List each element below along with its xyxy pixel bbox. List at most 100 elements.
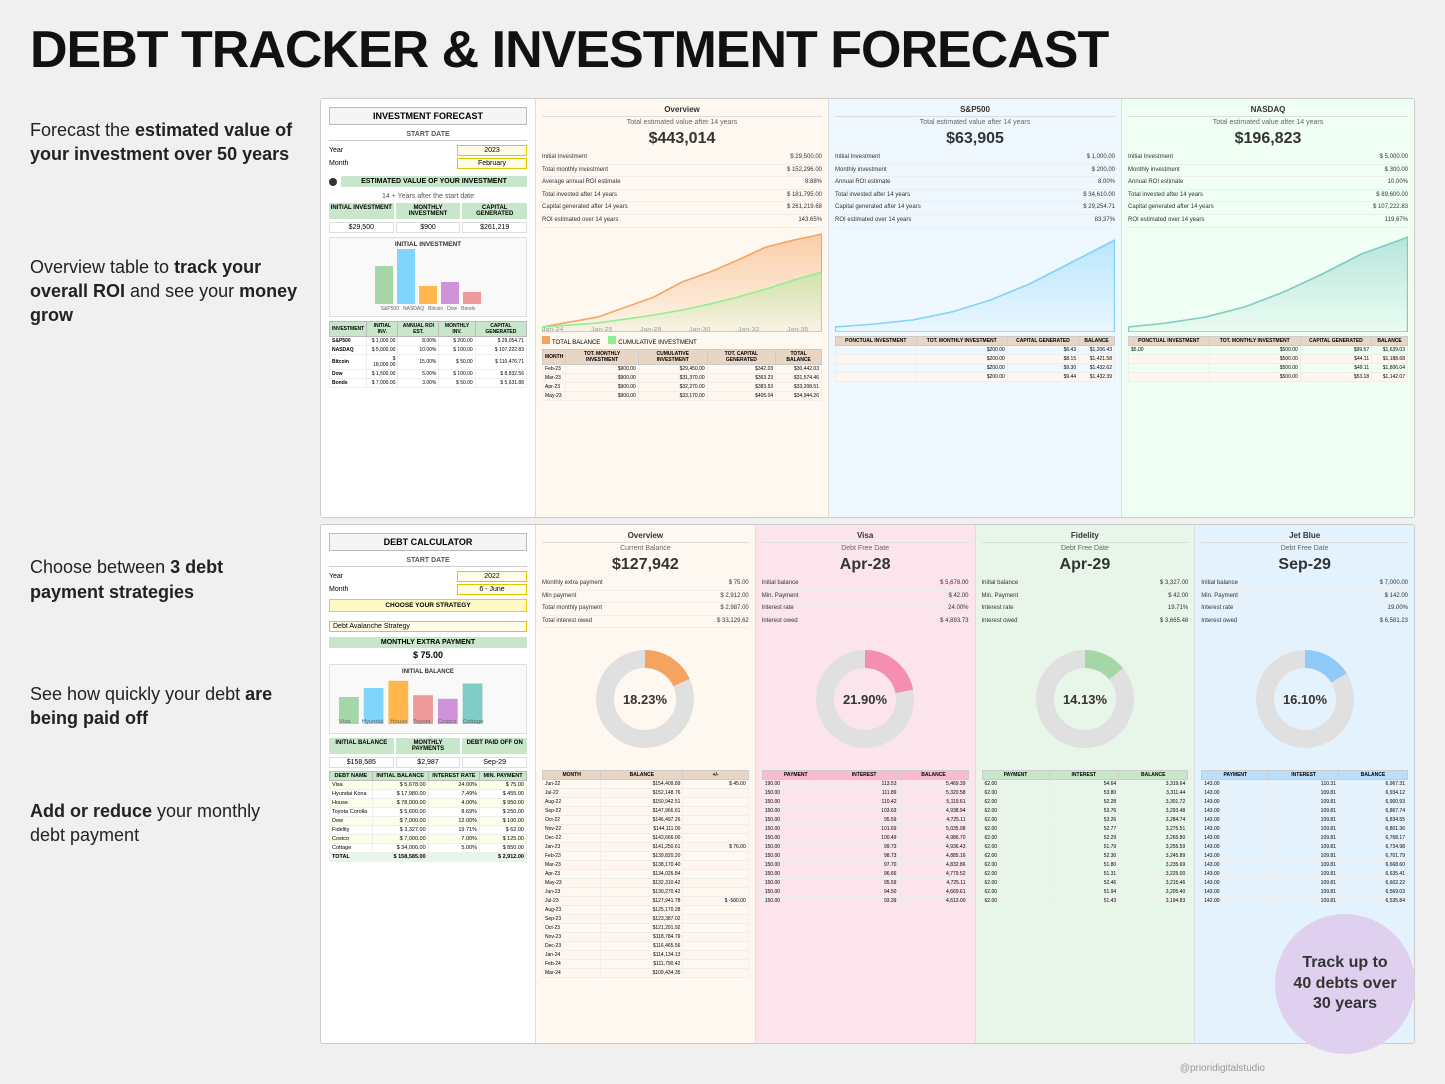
th-ponctual: PONCTUAL INVESTMENT bbox=[836, 336, 917, 345]
svg-text:Cottage: Cottage bbox=[463, 719, 484, 724]
table-row: Apr-23$900.00$32,270.00$383.53$33,208.51 bbox=[543, 382, 822, 391]
table-row: $500.00$49.11$1,806.04 bbox=[1129, 363, 1408, 372]
track-badge-line3: 30 years bbox=[1313, 995, 1377, 1012]
table-row: Dec-22$143,666.00 bbox=[543, 834, 749, 843]
th-init-bal: INITIAL BALANCE bbox=[372, 772, 428, 781]
table-row: 143.00109.816,668.60 bbox=[1202, 861, 1408, 870]
debt-summary-headers: INITIAL BALANCE MONTHLY PAYMENTS DEBT PA… bbox=[329, 738, 527, 754]
start-date-label: START DATE bbox=[329, 129, 527, 141]
table-row: 150.0094.504,669.61 bbox=[762, 888, 968, 897]
table-row: Bitcoin$ 18,000.0015.00%$ 50.00$ 110,476… bbox=[330, 355, 527, 370]
table-row: 62.0053.803,311.44 bbox=[982, 789, 1188, 798]
debt-init-bal-value: $158,585 bbox=[329, 757, 394, 768]
annotation-5: Add or reduce your monthly debt payment bbox=[30, 789, 300, 848]
th-interest-v: INTEREST bbox=[829, 771, 899, 780]
table-row: Mar-23$138,170.40 bbox=[543, 861, 749, 870]
chart-legend: TOTAL BALANCE CUMULATIVE INVESTMENT bbox=[542, 336, 822, 346]
investment-title: INVESTMENT FORECAST bbox=[329, 107, 527, 125]
table-row: 190.00113.535,469.39 bbox=[762, 780, 968, 789]
nasdaq-chart bbox=[1128, 232, 1408, 332]
bullet-dot bbox=[329, 178, 337, 186]
jetblue-free-date: Sep-29 bbox=[1201, 556, 1408, 574]
table-row: 62.0052.303,245.89 bbox=[982, 852, 1188, 861]
nasdaq-panel: NASDAQ Total estimated value after 14 ye… bbox=[1122, 99, 1414, 517]
fidelity-stat-1: Initial balance$ 3,327.00 bbox=[982, 578, 1189, 591]
table-row: 150.00111.895,320.58 bbox=[762, 789, 968, 798]
fidelity-free-date-label: Debt Free Date bbox=[982, 545, 1189, 552]
table-row: $500.00$53.18$1,142.07 bbox=[1129, 372, 1408, 381]
monthly-inv-header: MONTHLY INVESTMENT bbox=[396, 203, 461, 219]
nasdaq-stat-3: Annual ROI estimate10.00% bbox=[1128, 177, 1408, 190]
year-input[interactable] bbox=[457, 145, 527, 156]
th-payment-j: PAYMENT bbox=[1202, 771, 1269, 780]
visa-stats: Initial balance$ 5,678.00 Min. Payment$ … bbox=[762, 578, 969, 628]
table-row: 143.00109.816,900.93 bbox=[1202, 798, 1408, 807]
page-title: DEBT TRACKER & INVESTMENT FORECAST bbox=[30, 20, 1415, 80]
label-nasdaq: NASDAQ bbox=[403, 306, 424, 312]
sp500-subtitle: Total estimated value after 14 years bbox=[835, 119, 1115, 126]
debt-year-input[interactable] bbox=[457, 571, 527, 582]
main-container: DEBT TRACKER & INVESTMENT FORECAST Forec… bbox=[0, 0, 1445, 1084]
th-cumulative: CUMULATIVE INVESTMENT bbox=[638, 349, 707, 364]
table-row: S&P500$ 1,000.008.00%$ 200.00$ 29,054.71 bbox=[330, 337, 527, 346]
th-interest-rate: INTEREST RATE bbox=[428, 772, 479, 781]
visa-title: Visa bbox=[762, 531, 969, 543]
table-row: Jul-23$127,941.78$ -500.00 bbox=[543, 897, 749, 906]
debt-overview-stats: Monthly extra payment$ 75.00 Min payment… bbox=[542, 578, 749, 628]
th-roi: ANNUAL ROI EST. bbox=[398, 322, 439, 337]
sp500-stat-5: Capital generated after 14 years$ 29,254… bbox=[835, 202, 1115, 215]
jetblue-title: Jet Blue bbox=[1201, 531, 1408, 543]
investment-section: INVESTMENT FORECAST START DATE Year Mont… bbox=[320, 98, 1415, 518]
chart-bars bbox=[375, 251, 481, 306]
table-row: 150.0097.704,832.86 bbox=[762, 861, 968, 870]
table-row: Feb-24$111,790.42 bbox=[543, 960, 749, 969]
table-row: $200.00$8.15$1,421.58 bbox=[836, 354, 1115, 363]
jetblue-table: PAYMENT INTEREST BALANCE 143.00110.316,9… bbox=[1201, 770, 1408, 906]
fidelity-panel: Fidelity Debt Free Date Apr-29 Initial b… bbox=[976, 525, 1196, 1043]
strategy-input[interactable] bbox=[329, 621, 527, 632]
table-row: 143.00109.816,934.12 bbox=[1202, 789, 1408, 798]
table-row: Costco$ 7,000.007.00%$ 125.00 bbox=[330, 835, 527, 844]
month-label: Month bbox=[329, 160, 348, 167]
nasdaq-stat-5: Capital generated after 14 years$ 107,22… bbox=[1128, 202, 1408, 215]
nasdaq-stat-4: Total invested after 14 years$ 89,600.00 bbox=[1128, 190, 1408, 203]
overview-donut: 18.23% bbox=[542, 634, 749, 764]
nasdaq-stats: Initial Investment$ 5,000.00 Monthly inv… bbox=[1128, 152, 1408, 228]
table-row: 143.00109.816,602.22 bbox=[1202, 879, 1408, 888]
month-input[interactable] bbox=[457, 158, 527, 169]
debt-chart-title: INITIAL BALANCE bbox=[334, 669, 522, 675]
table-row: 150.0095.594,725.11 bbox=[762, 816, 968, 825]
sp500-stats: Initial Investment$ 1,000.00 Monthly inv… bbox=[835, 152, 1115, 228]
th-ponctual3: PONCTUAL INVESTMENT bbox=[1129, 336, 1210, 345]
jetblue-donut: 16.10% bbox=[1201, 634, 1408, 764]
table-row: 62.0052.293,265.80 bbox=[982, 834, 1188, 843]
svg-text:Hyundai: Hyundai bbox=[362, 719, 384, 724]
fidelity-stat-4: Interest owed$ 3,665.48 bbox=[982, 616, 1189, 629]
svg-text:Jan-28: Jan-28 bbox=[640, 326, 662, 331]
table-row: $500.00$44.11$1,188.68 bbox=[1129, 354, 1408, 363]
table-row: Sep-22$147,966.61 bbox=[543, 807, 749, 816]
table-row: $200.00$9.30$1,432.62 bbox=[836, 363, 1115, 372]
table-row: 143.00109.816,569.03 bbox=[1202, 888, 1408, 897]
sp500-stat-6: ROI estimated over 14 years83.37% bbox=[835, 215, 1115, 228]
fidelity-free-date: Apr-29 bbox=[982, 556, 1189, 574]
svg-text:House: House bbox=[390, 719, 407, 724]
initial-balance-chart: INITIAL BALANCE Visa Hyundai House Toyot… bbox=[329, 664, 527, 734]
debt-month-row: Month bbox=[329, 583, 527, 596]
debt-title: DEBT CALCULATOR bbox=[329, 533, 527, 551]
table-row: $5.00$500.00$99.57$1,639.03 bbox=[1129, 345, 1408, 354]
debt-section: DEBT CALCULATOR START DATE Year Month CH… bbox=[320, 524, 1415, 1044]
table-row: 143.00109.816,734.98 bbox=[1202, 843, 1408, 852]
th-tot-monthly3: TOT. MONTHLY INVESTMENT bbox=[1209, 336, 1300, 345]
svg-text:Jan-35: Jan-35 bbox=[787, 326, 809, 331]
table-row: Mar-24$109,434.35 bbox=[543, 969, 749, 978]
overview-inv-value: $443,014 bbox=[542, 130, 822, 148]
debt-month-input[interactable] bbox=[457, 584, 527, 595]
debt-overview-subtitle: Current Balance bbox=[542, 545, 749, 552]
fidelity-stats: Initial balance$ 3,327.00 Min. Payment$ … bbox=[982, 578, 1189, 628]
jetblue-stat-1: Initial balance$ 7,000.00 bbox=[1201, 578, 1408, 591]
table-row: 150.00103.634,938.94 bbox=[762, 807, 968, 816]
th-capital: CAPITAL GENERATED bbox=[475, 322, 526, 337]
month-row: Month bbox=[329, 157, 527, 170]
sp500-stat-2: Monthly investment$ 200.00 bbox=[835, 165, 1115, 178]
